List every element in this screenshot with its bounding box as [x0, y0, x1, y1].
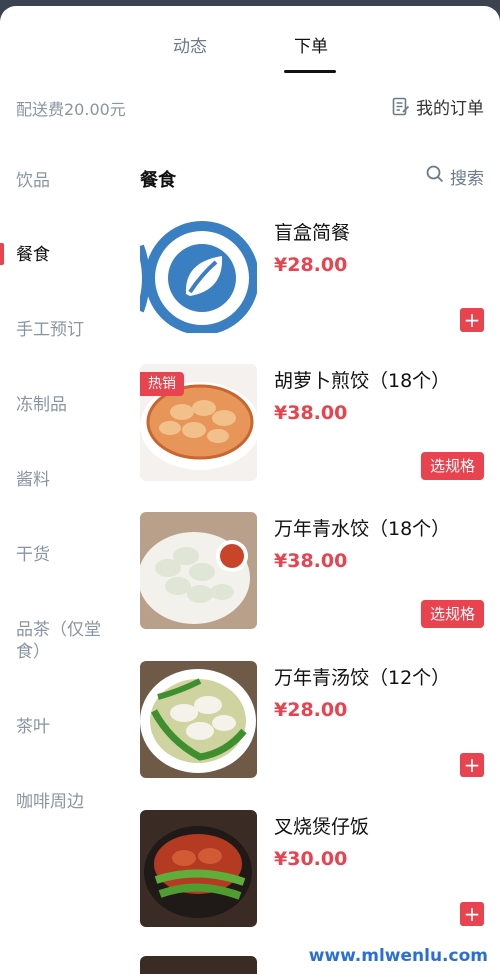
category-dry-goods[interactable]: 干货	[16, 544, 116, 566]
product-image-soup-dumplings	[140, 661, 257, 778]
category-sauces[interactable]: 酱料	[16, 469, 116, 491]
product-card[interactable]: 万年青水饺（18个） ¥38.00 选规格	[140, 512, 484, 632]
delivery-fee: 配送费20.00元	[16, 100, 126, 119]
product-price: ¥28.00	[274, 699, 348, 721]
search-label: 搜索	[450, 169, 484, 189]
order-list-icon	[392, 97, 410, 117]
product-price: ¥38.00	[274, 402, 348, 424]
search-button[interactable]: 搜索	[426, 164, 484, 189]
add-to-cart-button[interactable]: +	[460, 902, 484, 926]
section-title: 餐食	[140, 170, 176, 191]
category-drinks[interactable]: 饮品	[16, 170, 116, 192]
active-category-indicator	[0, 243, 4, 265]
product-price: ¥38.00	[274, 550, 348, 572]
choose-spec-button[interactable]: 选规格	[420, 452, 484, 480]
product-name: 万年青汤饺（12个）	[274, 667, 451, 689]
top-tabs: 动态 下单	[0, 6, 500, 78]
product-card[interactable]: 热销 胡萝卜煎饺（18个） ¥38.00 选规格	[140, 364, 484, 484]
product-card[interactable]: 万年青汤饺（12个） ¥28.00 +	[140, 661, 484, 781]
tab-dynamics[interactable]: 动态	[173, 32, 207, 57]
search-icon	[426, 165, 444, 188]
product-name: 万年青水饺（18个）	[274, 518, 451, 540]
order-sheet: 动态 下单 配送费20.00元 我的订单 饮品 餐食 手工预订 冻制品 酱料 干…	[0, 6, 500, 974]
category-meals[interactable]: 餐食	[16, 244, 116, 266]
my-orders-label: 我的订单	[416, 99, 484, 119]
product-name: 叉烧煲仔饭	[274, 816, 370, 838]
category-tea-leaves[interactable]: 茶叶	[16, 716, 116, 738]
product-card[interactable]: 盲盒简餐 ¥28.00 +	[140, 216, 484, 336]
my-orders-link[interactable]: 我的订单	[392, 94, 484, 119]
product-image-logo	[140, 216, 257, 333]
product-image-claypot-rice	[140, 810, 257, 927]
active-tab-indicator	[284, 70, 336, 73]
next-product-image	[140, 956, 257, 974]
product-price: ¥28.00	[274, 254, 348, 276]
product-card[interactable]: 叉烧煲仔饭 ¥30.00 +	[140, 810, 484, 930]
product-name: 盲盒简餐	[274, 222, 351, 244]
category-tea-dine-in[interactable]: 品茶（仅堂食）	[16, 619, 116, 663]
add-to-cart-button[interactable]: +	[460, 308, 484, 332]
watermark-text: www.mlwenlu.com	[304, 946, 492, 966]
category-frozen[interactable]: 冻制品	[16, 394, 116, 416]
category-handmade-preorder[interactable]: 手工预订	[16, 319, 116, 341]
hot-sale-badge: 热销	[140, 372, 184, 396]
category-coffee-goods[interactable]: 咖啡周边	[16, 791, 116, 813]
product-image-boiled-dumplings	[140, 512, 257, 629]
product-name: 胡萝卜煎饺（18个）	[274, 370, 451, 392]
tab-order[interactable]: 下单	[294, 32, 328, 57]
add-to-cart-button[interactable]: +	[460, 753, 484, 777]
product-price: ¥30.00	[274, 848, 348, 870]
choose-spec-button[interactable]: 选规格	[420, 600, 484, 628]
